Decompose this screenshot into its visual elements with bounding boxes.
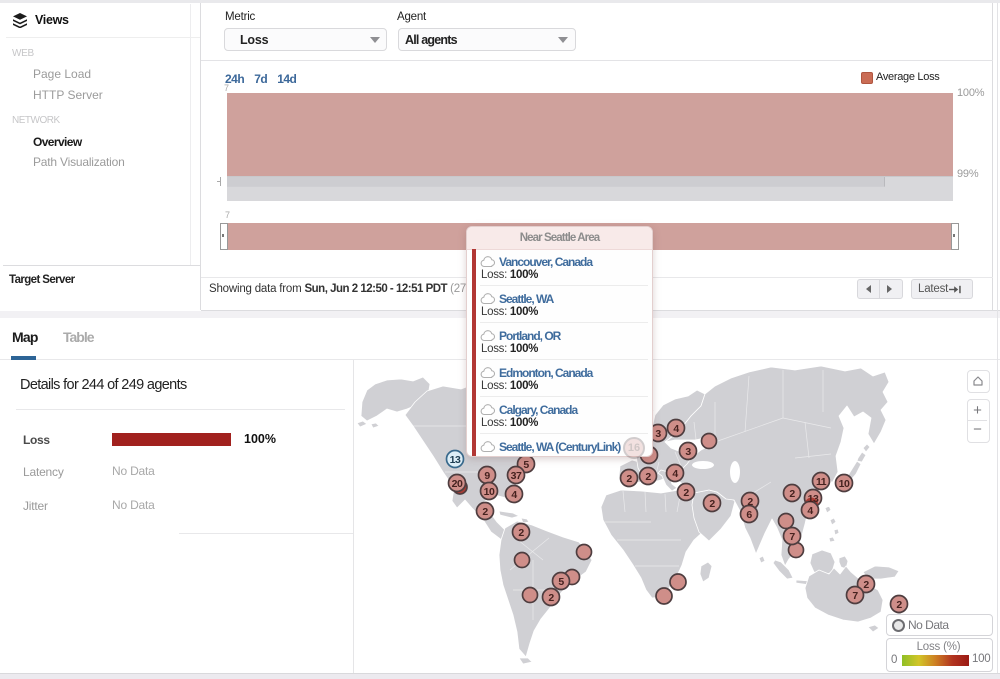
svg-text:2: 2: [548, 592, 554, 604]
svg-text:4: 4: [673, 423, 679, 435]
svg-text:9: 9: [484, 470, 490, 482]
svg-text:2: 2: [789, 488, 795, 500]
svg-text:2: 2: [645, 471, 651, 483]
svg-text:6: 6: [746, 509, 752, 521]
svg-text:13: 13: [450, 454, 461, 466]
svg-text:5: 5: [523, 459, 529, 471]
svg-text:10: 10: [839, 478, 850, 490]
svg-text:2: 2: [482, 506, 488, 518]
svg-text:2: 2: [896, 599, 902, 611]
svg-text:7: 7: [852, 590, 858, 602]
svg-text:2: 2: [709, 498, 715, 510]
svg-text:13: 13: [808, 493, 819, 505]
svg-text:37: 37: [511, 470, 522, 482]
svg-text:20: 20: [452, 478, 463, 490]
svg-text:7: 7: [789, 531, 795, 543]
svg-text:4: 4: [511, 489, 517, 501]
svg-text:3: 3: [685, 446, 691, 458]
svg-text:4: 4: [672, 468, 678, 480]
svg-text:2: 2: [626, 473, 632, 485]
svg-text:2: 2: [518, 527, 524, 539]
svg-text:5: 5: [558, 576, 564, 588]
svg-text:3: 3: [655, 428, 661, 440]
svg-text:2: 2: [747, 496, 753, 508]
svg-text:2: 2: [863, 579, 869, 591]
svg-text:2: 2: [683, 487, 689, 499]
svg-text:11: 11: [816, 476, 827, 488]
svg-text:4: 4: [807, 505, 813, 517]
svg-text:10: 10: [484, 486, 495, 498]
